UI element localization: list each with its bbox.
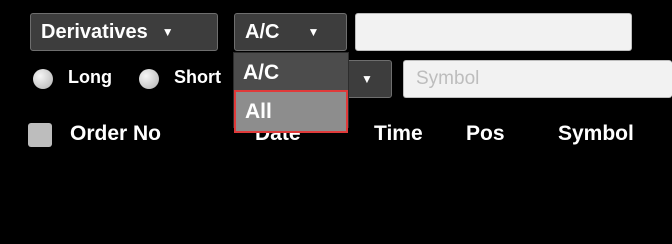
chevron-down-icon: ▼ [361,72,373,86]
column-header-time[interactable]: Time [374,122,423,146]
account-select[interactable]: A/C ▼ [234,13,347,51]
account-dropdown-menu: A/C All [233,52,349,133]
chevron-down-icon: ▼ [307,25,320,39]
account-option-ac[interactable]: A/C [234,53,348,90]
select-all-checkbox[interactable] [28,123,52,147]
segment-select-value: Derivatives [41,20,148,43]
column-header-pos[interactable]: Pos [466,122,505,146]
short-radio[interactable] [139,69,159,89]
chevron-down-icon: ▼ [161,25,174,39]
long-radio-label: Long [68,67,112,87]
account-option-all[interactable]: All [234,90,348,133]
account-select-value: A/C [245,20,280,43]
column-header-symbol[interactable]: Symbol [558,122,634,146]
search-text-input[interactable] [355,13,632,51]
short-radio-label: Short [174,67,221,87]
symbol-input-placeholder: Symbol [416,68,480,89]
column-header-order-no[interactable]: Order No [70,122,161,146]
long-radio[interactable] [33,69,53,89]
segment-select[interactable]: Derivatives ▼ [30,13,218,51]
symbol-input[interactable]: Symbol [403,60,672,98]
